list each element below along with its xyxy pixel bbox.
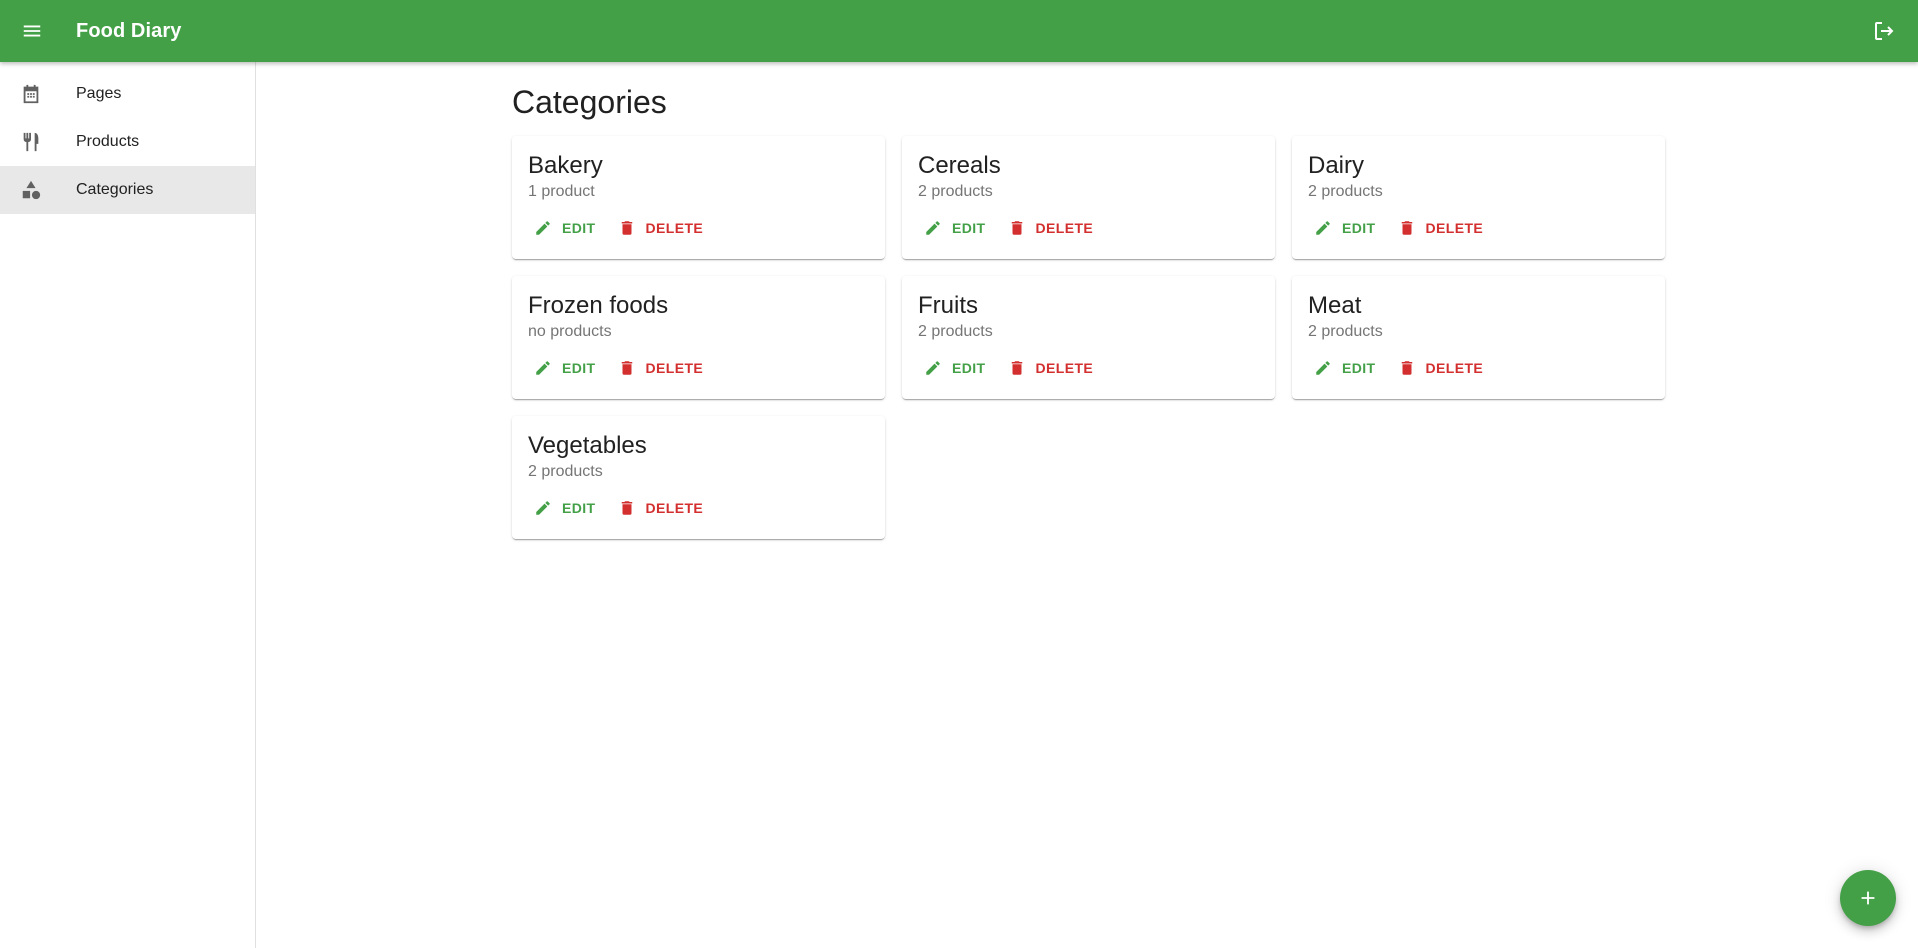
edit-label: EDIT	[562, 360, 596, 376]
edit-button[interactable]: EDIT	[918, 354, 992, 382]
trash-icon	[618, 359, 636, 377]
card-actions: EDIT DELETE	[918, 214, 1259, 242]
sidebar: Pages Products Categories	[0, 62, 256, 948]
category-name: Cereals	[918, 152, 1001, 179]
delete-button[interactable]: DELETE	[1002, 214, 1100, 242]
card-actions: EDIT DELETE	[1308, 214, 1649, 242]
edit-button[interactable]: EDIT	[1308, 354, 1382, 382]
delete-button[interactable]: DELETE	[1392, 214, 1490, 242]
product-count: 2 products	[1308, 183, 1383, 200]
edit-label: EDIT	[1342, 360, 1376, 376]
sidebar-item-label: Products	[76, 133, 140, 150]
category-name: Fruits	[918, 292, 978, 319]
trash-icon	[618, 499, 636, 517]
sidebar-item-label: Categories	[76, 181, 154, 198]
pencil-icon	[534, 219, 552, 237]
category-card: Fruits 2 products EDIT DELETE	[902, 276, 1275, 399]
category-card: Meat 2 products EDIT DELETE	[1292, 276, 1665, 399]
edit-label: EDIT	[952, 220, 986, 236]
menu-icon	[23, 25, 41, 37]
logout-button[interactable]	[1860, 7, 1908, 55]
edit-button[interactable]: EDIT	[528, 214, 602, 242]
product-count: 1 product	[528, 183, 595, 200]
app-bar: Food Diary	[0, 0, 1918, 62]
pencil-icon	[534, 499, 552, 517]
edit-button[interactable]: EDIT	[528, 354, 602, 382]
sidebar-item-pages[interactable]: Pages	[0, 70, 255, 118]
card-actions: EDIT DELETE	[528, 214, 869, 242]
card-actions: EDIT DELETE	[528, 494, 869, 522]
delete-button[interactable]: DELETE	[612, 214, 710, 242]
edit-button[interactable]: EDIT	[1308, 214, 1382, 242]
edit-button[interactable]: EDIT	[918, 214, 992, 242]
category-card: Frozen foods no products EDIT DELETE	[512, 276, 885, 399]
category-card: Vegetables 2 products EDIT DELETE	[512, 416, 885, 539]
edit-label: EDIT	[952, 360, 986, 376]
calendar-icon	[0, 83, 76, 105]
page-title: Categories	[512, 84, 667, 120]
edit-label: EDIT	[562, 220, 596, 236]
category-card: Cereals 2 products EDIT DELETE	[902, 136, 1275, 259]
category-grid: Bakery 1 product EDIT DELETE Cereals 2 produc…	[512, 136, 1665, 539]
trash-icon	[1398, 219, 1416, 237]
logout-icon	[1875, 22, 1894, 40]
trash-icon	[1398, 359, 1416, 377]
trash-icon	[618, 219, 636, 237]
category-name: Dairy	[1308, 152, 1365, 179]
delete-label: DELETE	[645, 220, 704, 236]
add-icon	[1861, 891, 1875, 905]
category-name: Vegetables	[528, 432, 647, 459]
edit-button[interactable]: EDIT	[528, 494, 602, 522]
delete-button[interactable]: DELETE	[1392, 354, 1490, 382]
sidebar-item-products[interactable]: Products	[0, 118, 255, 166]
add-category-button[interactable]	[1840, 870, 1896, 926]
edit-label: EDIT	[1342, 220, 1376, 236]
delete-label: DELETE	[1425, 220, 1484, 236]
card-actions: EDIT DELETE	[528, 354, 869, 382]
category-card: Bakery 1 product EDIT DELETE	[512, 136, 885, 259]
menu-button[interactable]	[0, 0, 64, 62]
main-content: Categories Bakery 1 product EDIT DELETE Cere…	[257, 62, 1918, 948]
shapes-icon	[0, 179, 76, 201]
pencil-icon	[924, 219, 942, 237]
product-count: 2 products	[528, 463, 603, 480]
sidebar-item-label: Pages	[76, 85, 122, 102]
category-name: Frozen foods	[528, 292, 669, 319]
delete-button[interactable]: DELETE	[612, 354, 710, 382]
pencil-icon	[1314, 359, 1332, 377]
sidebar-item-categories[interactable]: Categories	[0, 166, 255, 214]
delete-label: DELETE	[1425, 360, 1484, 376]
pencil-icon	[534, 359, 552, 377]
trash-icon	[1008, 219, 1026, 237]
product-count: no products	[528, 323, 612, 340]
delete-button[interactable]: DELETE	[1002, 354, 1100, 382]
card-actions: EDIT DELETE	[1308, 354, 1649, 382]
delete-label: DELETE	[645, 500, 704, 516]
pencil-icon	[924, 359, 942, 377]
app-title: Food Diary	[76, 19, 182, 42]
trash-icon	[1008, 359, 1026, 377]
product-count: 2 products	[918, 183, 993, 200]
product-count: 2 products	[918, 323, 993, 340]
product-count: 2 products	[1308, 323, 1383, 340]
delete-label: DELETE	[1035, 220, 1094, 236]
delete-label: DELETE	[1035, 360, 1094, 376]
pencil-icon	[1314, 219, 1332, 237]
fork-knife-icon	[0, 131, 76, 153]
delete-label: DELETE	[645, 360, 704, 376]
category-name: Bakery	[528, 152, 603, 179]
card-actions: EDIT DELETE	[918, 354, 1259, 382]
category-name: Meat	[1308, 292, 1362, 319]
edit-label: EDIT	[562, 500, 596, 516]
delete-button[interactable]: DELETE	[612, 494, 710, 522]
category-card: Dairy 2 products EDIT DELETE	[1292, 136, 1665, 259]
